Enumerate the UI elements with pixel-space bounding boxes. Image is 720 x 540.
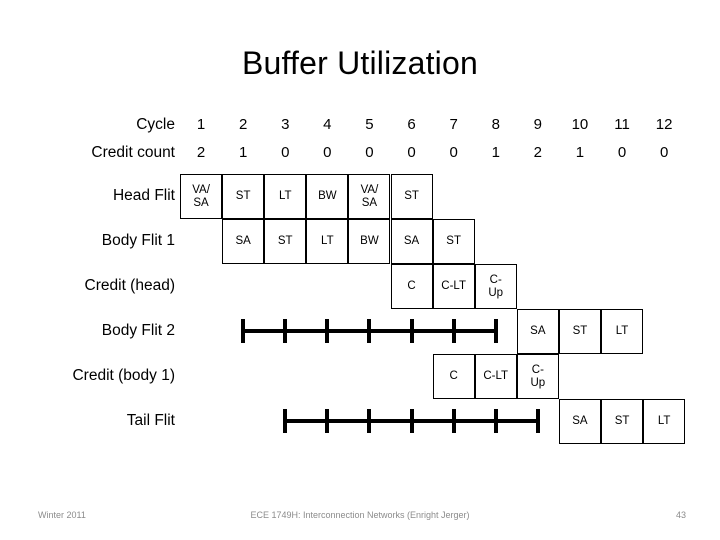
wait-bar-tick (451, 409, 456, 433)
cell-tail-flit-cycle-12: LT (643, 399, 686, 444)
row-label-cycle: Cycle (136, 116, 175, 133)
cell-tail-flit-cycle-10: SA (558, 399, 601, 444)
credit-count-value-cycle-1: 2 (196, 144, 206, 161)
wait-bar-tick (283, 409, 288, 433)
cell-body-flit-1-cycle-5: BW (348, 219, 391, 264)
wait-bar-tick (325, 409, 330, 433)
credit-count-value-cycle-9: 2 (533, 144, 543, 161)
cycle-header-1: 1 (196, 116, 206, 133)
row-label-body-flit-1: Body Flit 1 (101, 232, 175, 249)
cell-body-flit-2-cycle-9: SA (516, 309, 559, 354)
credit-count-value-cycle-8: 1 (491, 144, 500, 161)
wait-bar-tick (451, 319, 456, 343)
cell-credit-body-1-cycle-8: C-LT (474, 354, 517, 399)
credit-count-value-cycle-4: 0 (323, 144, 332, 161)
cell-credit-head-cycle-8: C- Up (474, 264, 517, 309)
cycle-header-4: 4 (323, 116, 332, 133)
buffer-utilization-timeline-chart: Cycle Credit count Head Flit Body Flit 1 Cre… (0, 0, 720, 540)
cycle-header-5: 5 (365, 116, 374, 133)
slide-footer: Winter 2011 ECE 1749H: Interconnection N… (0, 508, 720, 528)
credit-count-value-cycle-3: 0 (281, 144, 290, 161)
wait-bar-body-flit-2 (241, 319, 498, 343)
wait-bar-tick (283, 319, 288, 343)
cell-credit-head-cycle-6: C (390, 264, 433, 309)
cycle-header-9: 9 (533, 116, 543, 133)
cycle-header-6: 6 (407, 116, 416, 133)
cell-credit-body-1-cycle-7: C (432, 354, 475, 399)
wait-bar-tick (493, 319, 498, 343)
cell-head-flit-cycle-5: VA/ SA (348, 174, 391, 219)
cell-body-flit-2-cycle-11: LT (601, 309, 644, 354)
cell-head-flit-cycle-2: ST (222, 174, 265, 219)
cell-body-flit-2-cycle-10: ST (558, 309, 601, 354)
credit-count-value-cycle-10: 1 (575, 144, 585, 161)
wait-bar-tick (493, 409, 498, 433)
wait-bar-tick (367, 409, 372, 433)
cycle-header-7: 7 (449, 116, 458, 133)
cell-head-flit-cycle-4: BW (306, 174, 349, 219)
credit-count-value-cycle-12: 0 (659, 144, 669, 161)
footer-course-info: ECE 1749H: Interconnection Networks (Enr… (250, 510, 470, 520)
cell-head-flit-cycle-3: LT (264, 174, 307, 219)
slide-number: 43 (675, 510, 686, 520)
row-label-credit-head: Credit (head) (84, 277, 175, 294)
wait-bar-tail-flit (283, 409, 540, 433)
wait-bar-tick (241, 319, 246, 343)
credit-count-value-cycle-7: 0 (449, 144, 458, 161)
cell-body-flit-1-cycle-7: ST (432, 219, 475, 264)
credit-count-value-cycle-2: 1 (238, 144, 248, 161)
credit-count-value-cycle-5: 0 (365, 144, 374, 161)
cell-credit-body-1-cycle-9: C- Up (516, 354, 559, 399)
cell-tail-flit-cycle-11: ST (601, 399, 644, 444)
cycle-header-11: 11 (614, 116, 630, 133)
credit-count-value-cycle-11: 0 (617, 144, 627, 161)
row-label-credit-count: Credit count (91, 144, 175, 161)
wait-bar-tick (409, 319, 414, 343)
cell-head-flit-cycle-6: ST (390, 174, 433, 219)
wait-bar-tick (535, 409, 540, 433)
cycle-header-3: 3 (281, 116, 290, 133)
cycle-header-12: 12 (655, 116, 673, 133)
wait-bar-tick (325, 319, 330, 343)
row-label-body-flit-2: Body Flit 2 (101, 322, 175, 339)
cycle-header-2: 2 (238, 116, 248, 133)
row-label-tail-flit: Tail Flit (126, 412, 175, 429)
cell-body-flit-1-cycle-4: LT (306, 219, 349, 264)
cell-body-flit-1-cycle-6: SA (390, 219, 433, 264)
cycle-header-8: 8 (491, 116, 500, 133)
row-label-head-flit: Head Flit (112, 187, 175, 204)
cell-credit-head-cycle-7: C-LT (432, 264, 475, 309)
cycle-header-10: 10 (571, 116, 589, 133)
cell-body-flit-1-cycle-3: ST (264, 219, 307, 264)
cell-body-flit-1-cycle-2: SA (222, 219, 265, 264)
wait-bar-tick (409, 409, 414, 433)
cell-head-flit-cycle-1: VA/ SA (180, 174, 223, 219)
row-label-credit-body-1: Credit (body 1) (72, 367, 175, 384)
wait-bar-tick (367, 319, 372, 343)
credit-count-value-cycle-6: 0 (407, 144, 416, 161)
